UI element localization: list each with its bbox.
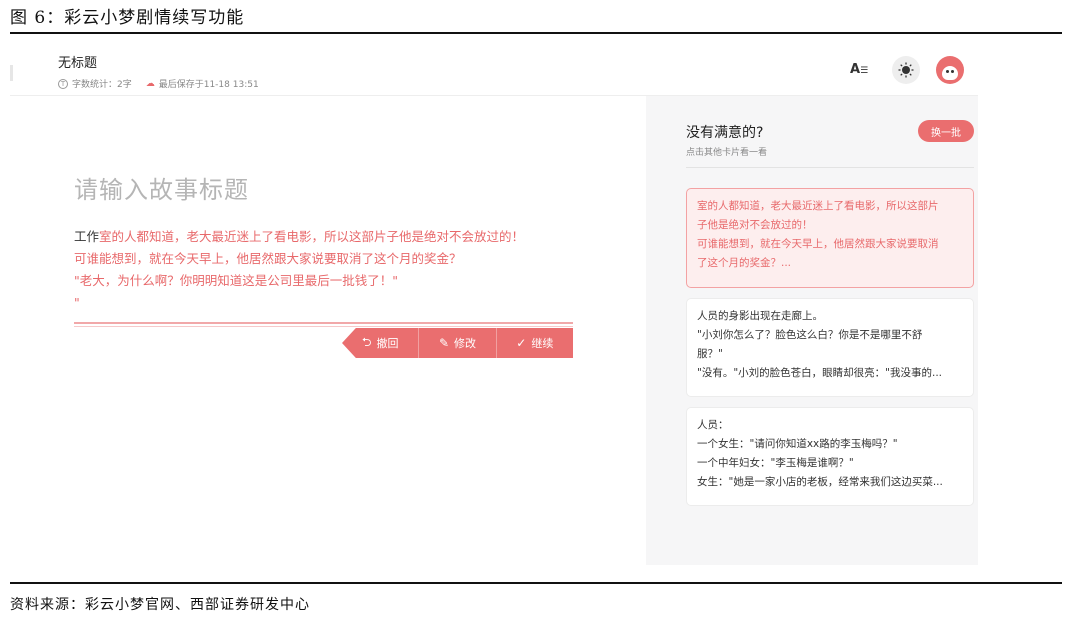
edit-button[interactable]: ✎ 修改 [418, 328, 495, 358]
sidebar-edge [10, 65, 13, 81]
check-icon: ✓ [516, 336, 527, 350]
font-size-button[interactable]: A☰ [850, 62, 868, 77]
panel-subtitle: 点击其他卡片看一看 [686, 148, 768, 158]
panel-divider [686, 167, 974, 168]
edit-label: 修改 [454, 337, 477, 350]
card-line: 女生："她是一家小店的老板，经常来我们这边买菜... [697, 476, 943, 488]
figure-caption: 图 6：彩云小梦剧情续写功能 [10, 8, 245, 28]
word-count: 字数统计：2字 [72, 80, 132, 90]
last-saved: 最后保存于11-18 13:51 [158, 80, 259, 90]
story-editor[interactable]: 工作室的人都知道，老大最近迷上了看电影，所以这部片子他是绝对不会放过的！ 可谁能… [74, 226, 574, 314]
card-line: 一个女生："请问你知道xx路的李玉梅吗？" [697, 438, 898, 450]
card-line: "小刘你怎么了？脸色这么白？你是不是哪里不舒 [697, 329, 923, 341]
card-line: 人员： [697, 419, 729, 431]
suggestion-card[interactable]: 人员的身影出现在走廊上。 "小刘你怎么了？脸色这么白？你是不是哪里不舒 服？" … [686, 298, 974, 397]
action-toolbar: ⮌ 撤回 ✎ 修改 ✓ 继续 [342, 328, 573, 358]
pen-icon: ✎ [438, 336, 450, 350]
editor-underline [74, 326, 573, 327]
figure-source: 资料来源：彩云小梦官网、西部证券研发中心 [10, 597, 310, 613]
card-line: 服？" [697, 348, 723, 360]
document-title[interactable]: 无标题 [58, 52, 97, 71]
bottom-rule [10, 582, 1062, 584]
story-lead-text: 工作 [74, 229, 100, 244]
avatar-eye [951, 70, 954, 73]
continue-button[interactable]: ✓ 继续 [495, 328, 573, 358]
suggestion-card-selected[interactable]: 室的人都知道，老大最近迷上了看电影，所以这部片 子他是绝对不会放过的！ 可谁能想… [686, 188, 974, 288]
word-count-icon: T [58, 78, 68, 89]
story-continuation: 室的人都知道，老大最近迷上了看电影，所以这部片子他是绝对不会放过的！ [99, 229, 525, 244]
card-line: 一个中年妇女："李玉梅是谁啊？" [697, 457, 854, 469]
card-line: "没有。"小刘的脸色苍白，眼睛却很亮："我没事的... [697, 367, 943, 379]
app-header: 无标题 T 字数统计：2字 ☁ 最后保存于11-18 13:51 A☰ [10, 40, 978, 96]
editor-underline [74, 322, 573, 324]
continue-label: 继续 [531, 337, 554, 350]
undo-label: 撤回 [376, 337, 399, 350]
story-line: "老大，为什么啊？你明明知道这是公司里最后一批钱了！" [74, 273, 399, 288]
card-line: 室的人都知道，老大最近迷上了看电影，所以这部片 [697, 200, 939, 212]
top-rule [10, 32, 1062, 34]
card-line: 可谁能想到，就在今天早上，他居然跟大家说要取消 [697, 238, 939, 250]
undo-button[interactable]: ⮌ 撤回 [342, 328, 418, 358]
undo-icon: ⮌ [361, 334, 372, 349]
story-title-input[interactable]: 请输入故事标题 [74, 170, 249, 205]
story-line: 工作室的人都知道，老大最近迷上了看电影，所以这部片子他是绝对不会放过的！ [74, 226, 574, 248]
card-line: 子他是绝对不会放过的！ [697, 219, 813, 231]
avatar-face [942, 66, 958, 80]
suggestion-card[interactable]: 人员： 一个女生："请问你知道xx路的李玉梅吗？" 一个中年妇女："李玉梅是谁啊… [686, 407, 974, 506]
panel-title: 没有满意的? [686, 125, 764, 141]
theme-toggle-button[interactable] [892, 56, 920, 84]
document-meta: T 字数统计：2字 ☁ 最后保存于11-18 13:51 [58, 77, 259, 90]
swap-batch-button[interactable]: 换一批 [918, 120, 974, 142]
cloud-save-icon: ☁ [145, 78, 155, 89]
avatar-eye [946, 70, 949, 73]
card-line: 了这个月的奖金？... [697, 257, 792, 269]
app-screenshot: 无标题 T 字数统计：2字 ☁ 最后保存于11-18 13:51 A☰ 请输入故… [10, 40, 978, 565]
suggestion-panel: 没有满意的? 点击其他卡片看一看 换一批 室的人都知道，老大最近迷上了看电影，所… [646, 96, 978, 565]
story-line: " [74, 295, 80, 310]
theme-icon [898, 62, 914, 78]
font-size-icon: A [850, 62, 861, 77]
avatar[interactable] [936, 56, 964, 84]
story-line: 可谁能想到，就在今天早上，他居然跟大家说要取消了这个月的奖金？ [74, 251, 462, 266]
card-line: 人员的身影出现在走廊上。 [697, 310, 823, 322]
